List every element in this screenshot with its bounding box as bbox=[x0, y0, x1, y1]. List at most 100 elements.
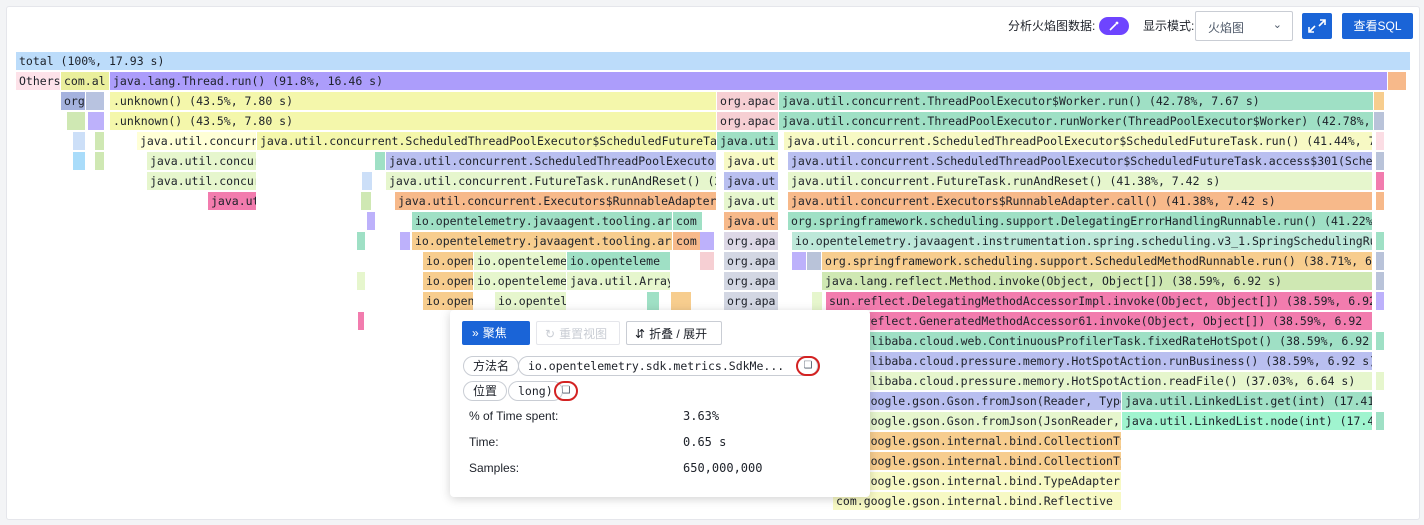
flame-frame[interactable] bbox=[1376, 172, 1384, 190]
flame-frame[interactable] bbox=[1376, 412, 1384, 430]
flame-frame[interactable]: org.apa bbox=[724, 272, 778, 290]
flame-frame[interactable]: com.alibaba.cloud.pressure.memory.HotSpo… bbox=[833, 372, 1372, 390]
flame-frame[interactable] bbox=[647, 292, 659, 310]
flame-frame[interactable] bbox=[400, 232, 410, 250]
flame-frame[interactable]: io.open bbox=[423, 292, 473, 310]
flame-frame[interactable] bbox=[1376, 132, 1384, 150]
flame-frame[interactable] bbox=[700, 232, 714, 250]
copy-icon[interactable]: ❏ bbox=[796, 356, 820, 376]
flame-frame[interactable] bbox=[1374, 112, 1384, 130]
view-sql-button[interactable]: 查看SQL bbox=[1342, 13, 1413, 39]
flame-frame[interactable]: com.google.gson.Gson.fromJson(JsonReader… bbox=[833, 412, 1121, 430]
flame-frame[interactable]: java.util.concurrent.ThreadPoolExecutor$… bbox=[779, 92, 1373, 110]
flame-frame[interactable]: io.opentel bbox=[495, 292, 566, 310]
flame-frame[interactable]: java.ut bbox=[724, 212, 778, 230]
flame-frame[interactable]: java.lang.Thread.run() (91.8%, 16.46 s) bbox=[110, 72, 1387, 90]
flame-frame[interactable]: sun.reflect.GeneratedMethodAccessor61.in… bbox=[833, 312, 1372, 330]
flame-frame[interactable]: java.ut bbox=[208, 192, 256, 210]
flame-frame[interactable]: com.google.gson.internal.bind.Collection… bbox=[833, 432, 1121, 450]
flame-frame[interactable]: com.alibaba.cloud.web.ContinuousProfiler… bbox=[833, 332, 1372, 350]
flame-frame[interactable] bbox=[1374, 92, 1384, 110]
flame-frame[interactable]: java.util.concurrent.FutureTask.runAndRe… bbox=[788, 172, 1372, 190]
flame-frame[interactable] bbox=[1376, 252, 1384, 270]
flame-frame[interactable]: Others bbox=[16, 72, 60, 90]
flame-frame[interactable]: io.openteleme bbox=[474, 252, 566, 270]
flame-frame[interactable]: org.apa bbox=[724, 252, 778, 270]
flame-frame[interactable] bbox=[86, 92, 104, 110]
flame-frame[interactable] bbox=[1376, 152, 1384, 170]
flame-frame[interactable]: java.util.LinkedList.get(int) (17.41% bbox=[1122, 392, 1372, 410]
flame-frame[interactable]: io.opentelemetry.javaagent.instrumentati… bbox=[792, 232, 1372, 250]
flame-frame[interactable] bbox=[1376, 372, 1384, 390]
flame-frame[interactable] bbox=[1376, 332, 1384, 350]
flame-frame[interactable] bbox=[1376, 272, 1384, 290]
flame-frame[interactable]: java.util.concurr bbox=[147, 152, 256, 170]
flame-frame[interactable] bbox=[812, 292, 822, 310]
magic-wand-icon[interactable] bbox=[1099, 17, 1129, 35]
flame-frame[interactable]: com.google.gson.internal.bind.Reflective bbox=[833, 492, 1121, 510]
flame-frame[interactable] bbox=[357, 232, 365, 250]
flame-frame[interactable]: java.util.concurr bbox=[147, 172, 256, 190]
flame-frame[interactable]: com.google.gson.Gson.fromJson(Reader, Ty… bbox=[833, 392, 1121, 410]
flame-frame[interactable] bbox=[362, 172, 372, 190]
flame-frame[interactable]: java.util.concurrent.Executors$RunnableA… bbox=[788, 192, 1372, 210]
flame-frame[interactable] bbox=[1376, 192, 1384, 210]
flame-frame[interactable]: com.google.gson.internal.bind.Collection… bbox=[833, 452, 1121, 470]
flame-frame[interactable] bbox=[671, 292, 691, 310]
flame-frame[interactable]: java.util.concurrent.FutureTask.runAndRe… bbox=[386, 172, 716, 190]
flame-frame[interactable]: java.util.concurrent.Executors$RunnableA… bbox=[395, 192, 716, 210]
flame-frame[interactable]: sun.reflect.DelegatingMethodAccessorImpl… bbox=[826, 292, 1372, 310]
flame-frame[interactable] bbox=[73, 132, 85, 150]
flame-frame[interactable]: com.alibaba.cloud.pressure.memory.HotSpo… bbox=[833, 352, 1372, 370]
flame-frame[interactable]: java.util.concurr bbox=[137, 132, 256, 150]
flame-frame[interactable]: io.openteleme bbox=[567, 252, 670, 270]
flame-frame[interactable]: org.apa bbox=[724, 292, 778, 310]
expand-button[interactable] bbox=[1302, 13, 1332, 39]
flame-frame[interactable] bbox=[361, 192, 371, 210]
flame-frame[interactable]: org.apa bbox=[724, 232, 778, 250]
flame-frame[interactable] bbox=[792, 252, 806, 270]
flame-frame[interactable] bbox=[807, 252, 821, 270]
collapse-expand-button[interactable]: ⇵ 折叠 / 展开 bbox=[626, 321, 722, 345]
flame-frame[interactable]: .unknown() (43.5%, 7.80 s) bbox=[110, 112, 716, 130]
flame-frame[interactable]: org.springframework.scheduling.support.S… bbox=[822, 252, 1372, 270]
flame-frame[interactable]: java.util.Array bbox=[567, 272, 670, 290]
flame-frame[interactable]: java.util.concurrent.ScheduledThreadPool… bbox=[784, 132, 1372, 150]
flame-frame[interactable]: org bbox=[61, 92, 85, 110]
flame-frame[interactable] bbox=[358, 312, 364, 330]
flame-frame[interactable]: org.apac bbox=[717, 92, 778, 110]
flame-frame[interactable] bbox=[700, 252, 714, 270]
flame-frame[interactable]: com.google.gson.internal.bind.TypeAdapte… bbox=[833, 472, 1121, 490]
flame-frame[interactable]: java.util.concurrent.ThreadPoolExecutor.… bbox=[779, 112, 1373, 130]
flame-frame[interactable]: java.ut bbox=[724, 192, 778, 210]
flame-frame[interactable]: total (100%, 17.93 s) bbox=[16, 52, 1410, 70]
flame-frame[interactable]: java.util.concurrent.ScheduledThreadPool… bbox=[386, 152, 716, 170]
flame-frame[interactable] bbox=[95, 152, 104, 170]
flame-frame[interactable]: .unknown() (43.5%, 7.80 s) bbox=[110, 92, 716, 110]
flame-frame[interactable] bbox=[73, 152, 85, 170]
flame-frame[interactable]: java.lang.reflect.Method.invoke(Object, … bbox=[822, 272, 1372, 290]
flame-frame[interactable]: io.openteleme bbox=[474, 272, 566, 290]
flame-frame[interactable]: com bbox=[673, 232, 702, 250]
flame-frame[interactable]: org.springframework.scheduling.support.D… bbox=[788, 212, 1372, 230]
focus-button[interactable]: » 聚焦 bbox=[462, 321, 530, 345]
flame-frame[interactable] bbox=[95, 132, 104, 150]
flame-frame[interactable]: java.util.concurrent.ScheduledThreadPool… bbox=[788, 152, 1372, 170]
flame-frame[interactable]: com bbox=[673, 212, 702, 230]
flame-frame[interactable] bbox=[95, 112, 104, 130]
flame-frame[interactable] bbox=[367, 212, 375, 230]
flame-frame[interactable] bbox=[1376, 232, 1384, 250]
flame-frame[interactable]: io.open bbox=[423, 272, 473, 290]
flame-frame[interactable] bbox=[1388, 72, 1406, 90]
flame-frame[interactable]: org.apac bbox=[717, 112, 778, 130]
flame-frame[interactable]: java.ut bbox=[724, 152, 778, 170]
flame-frame[interactable] bbox=[375, 152, 385, 170]
copy-icon[interactable]: ❏ bbox=[554, 381, 578, 401]
flame-frame[interactable]: io.opentelemetry.javaagent.tooling.ar bbox=[412, 232, 672, 250]
flame-frame[interactable] bbox=[1376, 292, 1384, 310]
flame-frame[interactable]: com.al bbox=[61, 72, 109, 90]
flame-frame[interactable]: java.uti bbox=[717, 132, 778, 150]
flame-frame[interactable]: io.opentelemetry.javaagent.tooling.ar bbox=[412, 212, 672, 230]
flame-frame[interactable]: java.util.LinkedList.node(int) (17.41% bbox=[1122, 412, 1372, 430]
flame-frame[interactable] bbox=[357, 272, 365, 290]
